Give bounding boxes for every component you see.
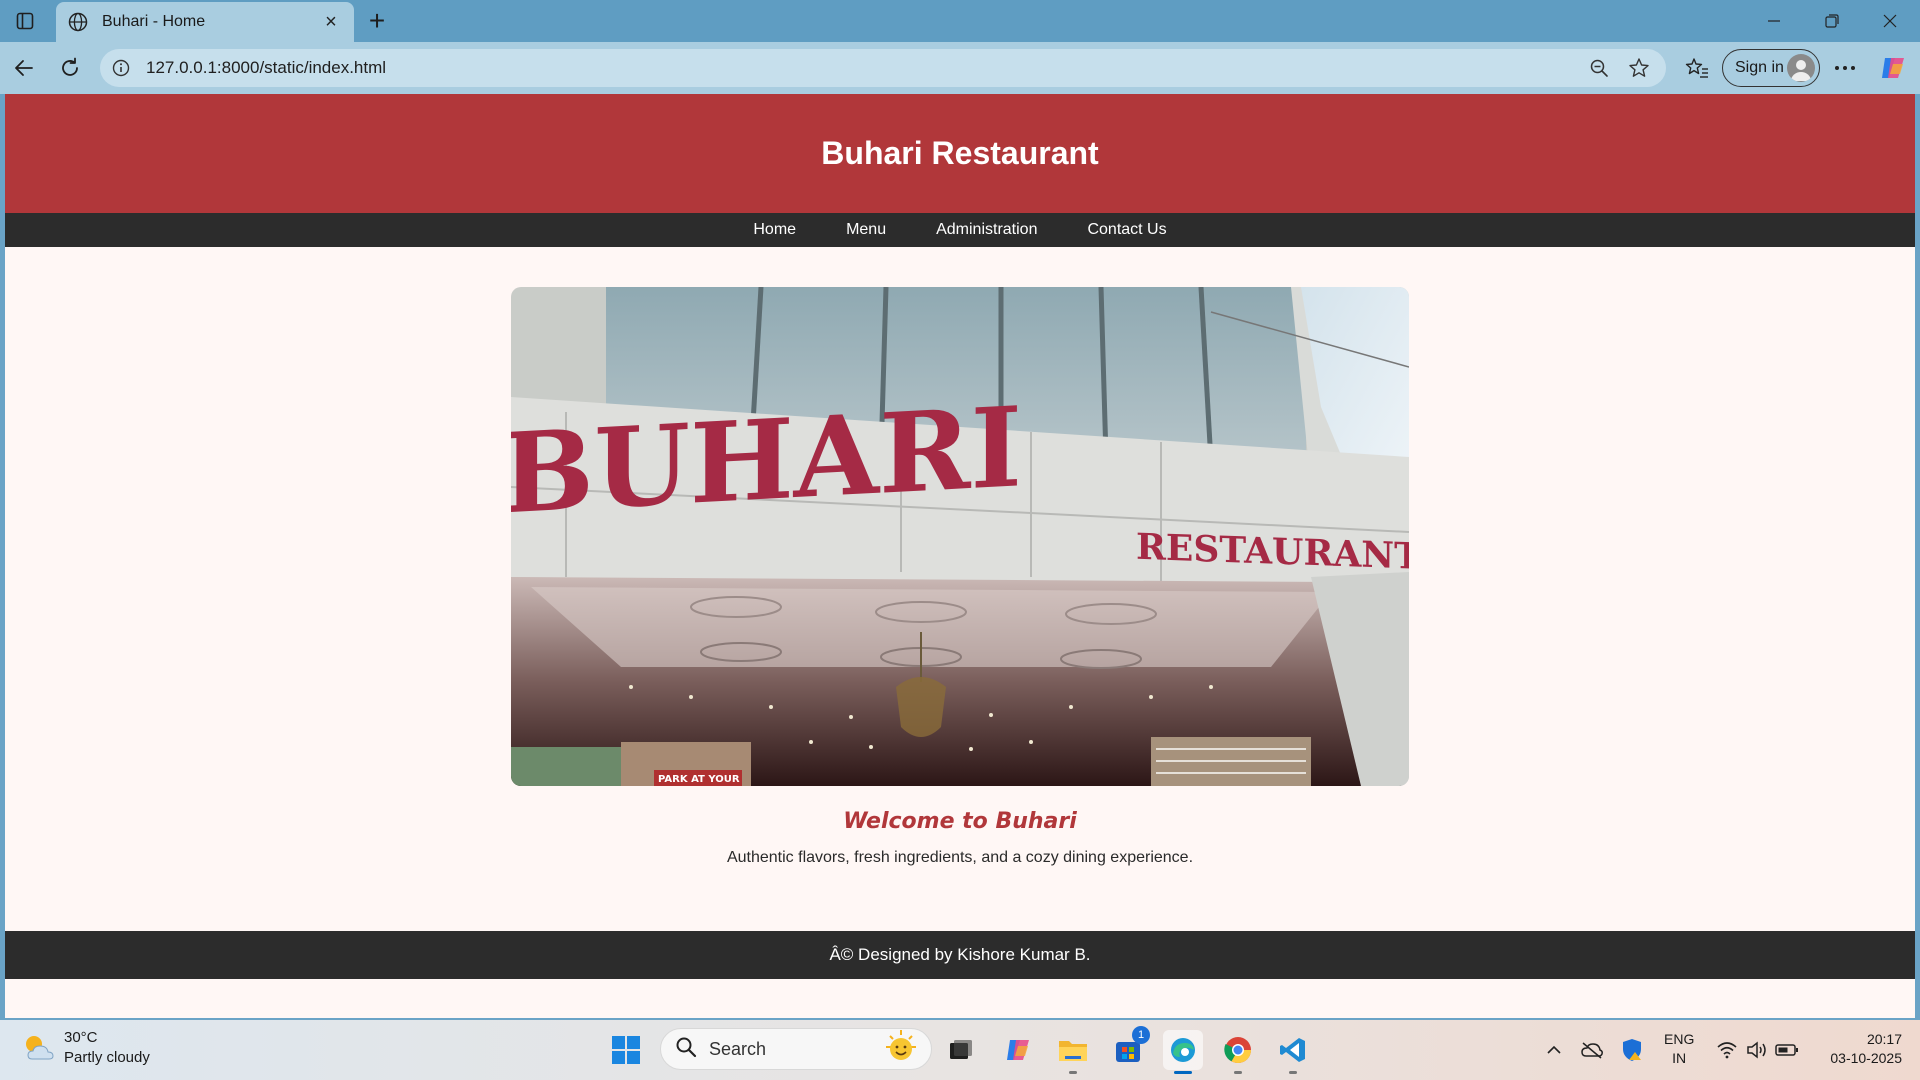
running-indicator	[1174, 1071, 1192, 1074]
tab-title: Buhari - Home	[102, 13, 206, 30]
lang-line1: ENG	[1664, 1031, 1695, 1047]
nav-menu-link[interactable]: Menu	[821, 213, 911, 247]
star-icon[interactable]	[1624, 53, 1654, 83]
close-window-icon[interactable]	[1870, 6, 1910, 36]
sidebar-toggle-icon[interactable]	[12, 8, 38, 34]
volume-icon[interactable]	[1743, 1036, 1771, 1064]
favorites-icon[interactable]	[1680, 51, 1714, 85]
close-icon[interactable]: ×	[320, 11, 342, 33]
language-indicator[interactable]: ENG IN	[1664, 1030, 1694, 1068]
search-icon	[675, 1036, 697, 1063]
hero-wrapper: BUHARI RESTAURANT PARK AT YOUR	[5, 287, 1915, 786]
hero-sign-main: BUHARI	[511, 382, 1022, 538]
back-icon[interactable]	[7, 51, 41, 85]
file-explorer-icon[interactable]	[1053, 1030, 1093, 1074]
reload-icon[interactable]	[53, 51, 87, 85]
browser-toolbar: 127.0.0.1:8000/static/index.html Sign in	[0, 42, 1920, 94]
chrome-icon[interactable]	[1218, 1030, 1258, 1074]
site-title: Buhari Restaurant	[821, 135, 1099, 171]
browser-tab[interactable]: Buhari - Home ×	[56, 2, 354, 42]
cloud-icon[interactable]	[1578, 1036, 1606, 1064]
restore-icon[interactable]	[1812, 6, 1852, 36]
clock-time: 20:17	[1866, 1031, 1902, 1047]
plus-icon[interactable]: +	[362, 5, 392, 36]
site-header: Buhari Restaurant	[5, 94, 1915, 213]
lang-line2: IN	[1672, 1050, 1687, 1066]
zoom-out-icon[interactable]	[1584, 53, 1614, 83]
minimize-icon[interactable]	[1754, 6, 1794, 36]
site-footer: Â© Designed by Kishore Kumar B.	[5, 931, 1915, 979]
nav-home-link[interactable]: Home	[728, 213, 821, 247]
hero-image: BUHARI RESTAURANT PARK AT YOUR	[511, 287, 1409, 786]
taskbar: 30°C Partly cloudy Search 1 ENG IN 20:17…	[0, 1020, 1920, 1080]
nav-contact-link[interactable]: Contact Us	[1062, 213, 1191, 247]
store-icon[interactable]: 1	[1108, 1026, 1150, 1070]
clock-date: 03-10-2025	[1830, 1050, 1902, 1066]
wifi-icon[interactable]	[1713, 1036, 1741, 1064]
clock[interactable]: 20:17 03-10-2025	[1816, 1030, 1902, 1068]
page-viewport: Buhari Restaurant Home Menu Administrati…	[5, 94, 1915, 1018]
vscode-icon[interactable]	[1273, 1030, 1313, 1074]
address-bar[interactable]: 127.0.0.1:8000/static/index.html	[100, 49, 1666, 87]
weather-desc: Partly cloudy	[64, 1049, 150, 1066]
info-icon[interactable]	[112, 58, 132, 78]
task-view-icon[interactable]	[941, 1030, 981, 1070]
edge-icon[interactable]	[1163, 1030, 1203, 1074]
tagline: Authentic flavors, fresh ingredients, an…	[726, 849, 1194, 866]
avatar	[1787, 54, 1815, 82]
more-icon[interactable]	[1828, 51, 1862, 85]
weather-temp: 30°C	[64, 1029, 98, 1046]
site-nav: Home Menu Administration Contact Us	[5, 213, 1915, 247]
smiley-sun-icon	[881, 1029, 921, 1070]
footer-text: Â© Designed by Kishore Kumar B.	[829, 945, 1091, 964]
hero-small-sign: PARK AT YOUR	[658, 774, 740, 785]
shield-icon[interactable]	[1618, 1036, 1646, 1064]
taskbar-search[interactable]: Search	[660, 1028, 932, 1070]
running-indicator	[1234, 1071, 1242, 1074]
running-indicator	[1289, 1071, 1297, 1074]
weather-icon	[20, 1029, 58, 1067]
nav-administration-link[interactable]: Administration	[911, 213, 1062, 247]
search-label: Search	[709, 1038, 767, 1059]
copilot-app-icon[interactable]	[998, 1030, 1038, 1070]
welcome-heading: Welcome to Buhari	[843, 809, 1077, 834]
copilot-icon[interactable]	[1876, 51, 1910, 85]
weather-widget[interactable]: 30°C Partly cloudy	[20, 1028, 150, 1068]
chevron-up-icon[interactable]	[1540, 1036, 1568, 1064]
battery-icon[interactable]	[1773, 1036, 1801, 1064]
running-indicator	[1069, 1071, 1077, 1074]
browser-titlebar: Buhari - Home × +	[0, 0, 1920, 42]
sign-in-button[interactable]: Sign in	[1722, 49, 1820, 87]
sign-in-label: Sign in	[1735, 59, 1784, 76]
globe-icon	[68, 11, 90, 33]
url-text[interactable]: 127.0.0.1:8000/static/index.html	[146, 58, 1574, 78]
store-badge: 1	[1132, 1026, 1150, 1044]
windows-icon[interactable]	[610, 1034, 642, 1066]
